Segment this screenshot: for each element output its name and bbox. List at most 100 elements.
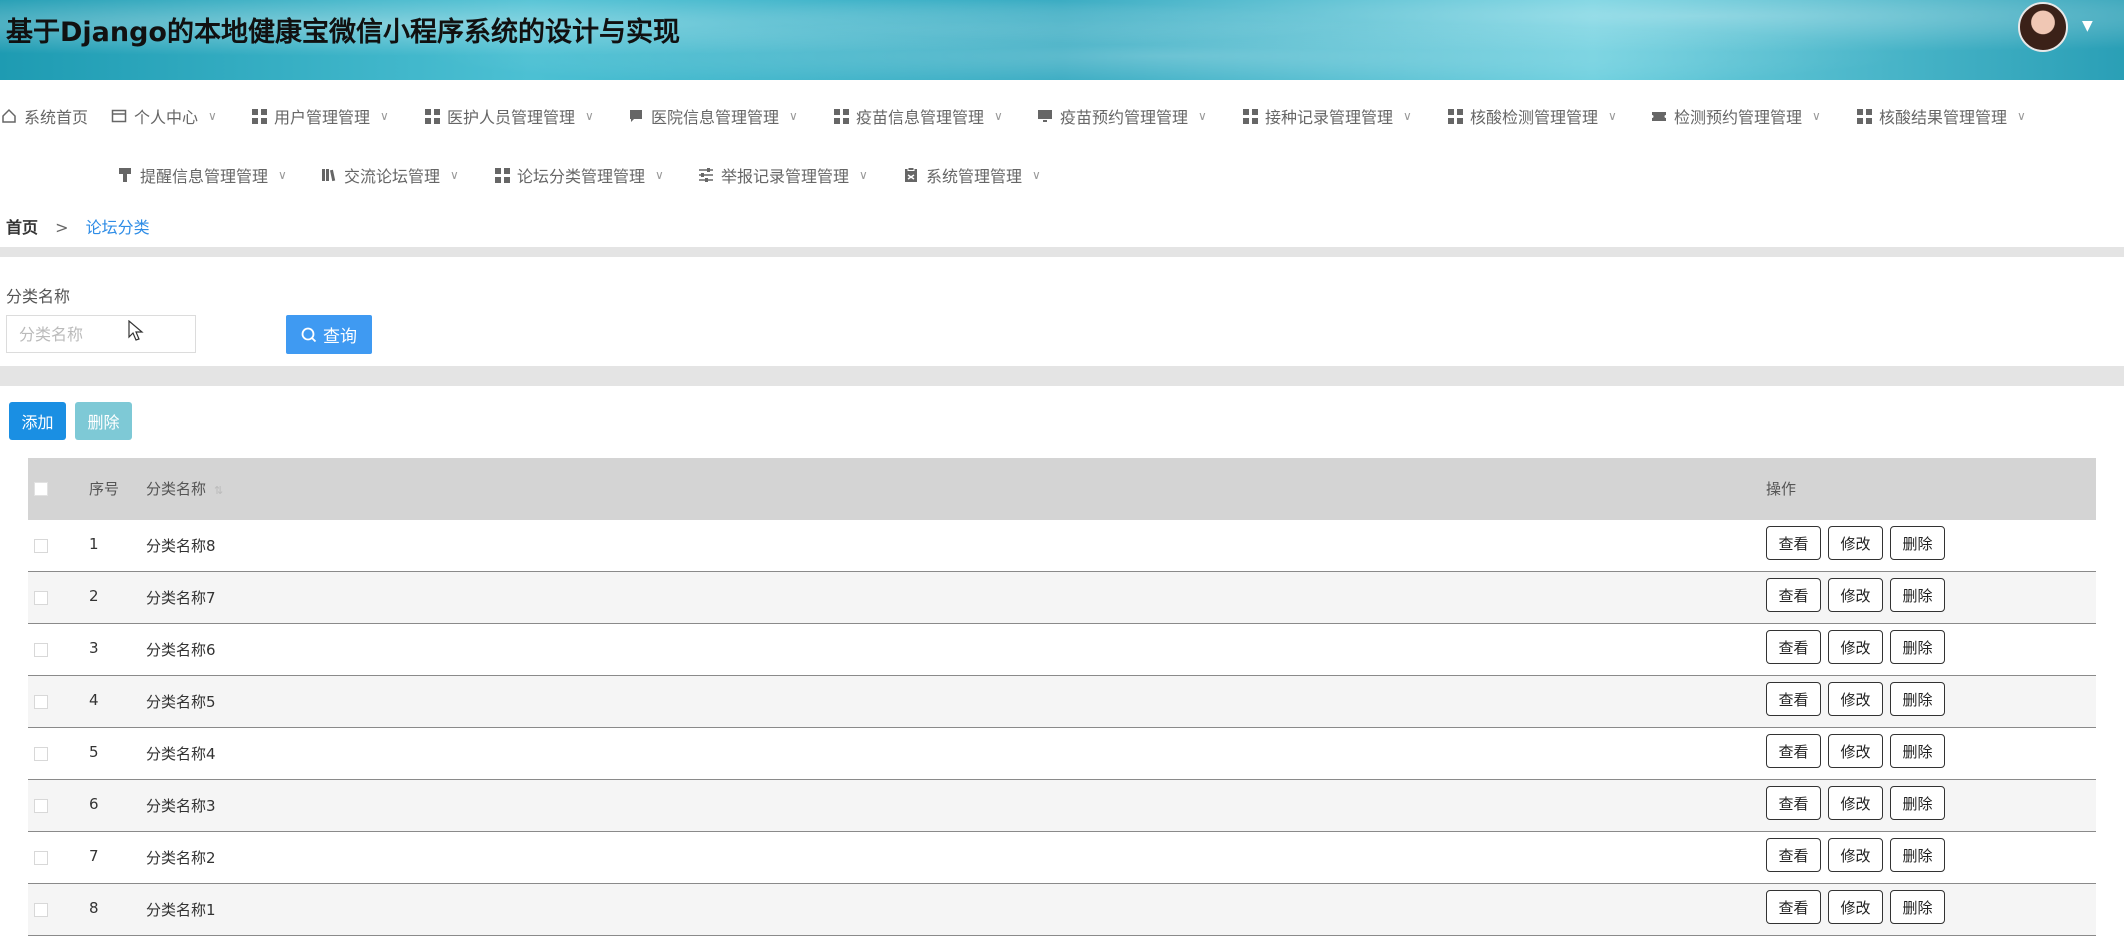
batch-delete-button[interactable]: 删除 (75, 402, 132, 440)
nav-item-label: 举报记录管理管理 (721, 167, 850, 186)
row-checkbox[interactable] (34, 695, 48, 709)
row-index: 2 (89, 587, 99, 605)
row-index: 7 (89, 847, 99, 865)
nav-item-system-management[interactable]: 系统管理管理 ∨ (902, 163, 1041, 187)
table-row: 7 分类名称2 查看 修改 删除 (28, 832, 2096, 884)
mouse-cursor-icon (128, 320, 144, 341)
breadcrumb-home[interactable]: 首页 (6, 218, 38, 237)
row-index: 8 (89, 899, 99, 917)
nav-item-nucleic-test[interactable]: 核酸检测管理管理 ∨ (1446, 104, 1617, 128)
nav-item-home[interactable]: 系统首页 (0, 104, 88, 128)
nav-item-hospital-info[interactable]: 医院信息管理管理 ∨ (627, 104, 798, 128)
row-checkbox[interactable] (34, 643, 48, 657)
chevron-down-icon: ∨ (278, 168, 287, 182)
delete-button[interactable]: 删除 (1890, 838, 1945, 872)
edit-button[interactable]: 修改 (1828, 734, 1883, 768)
nav-item-label: 核酸检测管理管理 (1470, 108, 1599, 127)
row-checkbox[interactable] (34, 851, 48, 865)
nav-item-label: 系统管理管理 (926, 167, 1023, 186)
sliders-icon (697, 166, 715, 184)
row-actions: 查看 修改 删除 (1766, 526, 1945, 560)
nav-item-label: 个人中心 (134, 108, 199, 127)
header-category-name[interactable]: 分类名称 ⇅ (146, 478, 223, 499)
breadcrumb-separator: > (55, 218, 69, 237)
chevron-down-icon: ∨ (1032, 168, 1041, 182)
view-button[interactable]: 查看 (1766, 526, 1821, 560)
nav-item-forum-category[interactable]: 论坛分类管理管理 ∨ (493, 163, 664, 187)
chevron-down-icon: ∨ (655, 168, 664, 182)
grid-icon (1855, 107, 1873, 125)
nav-item-report-record[interactable]: 举报记录管理管理 ∨ (697, 163, 868, 187)
delete-button[interactable]: 删除 (1890, 682, 1945, 716)
nav-item-vaccine-info[interactable]: 疫苗信息管理管理 ∨ (832, 104, 1003, 128)
nav-item-user-management[interactable]: 用户管理管理 ∨ (250, 104, 389, 128)
user-avatar[interactable] (2018, 2, 2068, 52)
nav-item-nucleic-result[interactable]: 核酸结果管理管理 ∨ (1855, 104, 2026, 128)
nav-item-forum[interactable]: 交流论坛管理 ∨ (320, 163, 459, 187)
edit-button[interactable]: 修改 (1828, 890, 1883, 924)
row-category-name: 分类名称5 (146, 693, 216, 711)
row-index: 4 (89, 691, 99, 709)
edit-button[interactable]: 修改 (1828, 838, 1883, 872)
query-button[interactable]: 查询 (286, 315, 372, 354)
row-checkbox[interactable] (34, 799, 48, 813)
row-checkbox[interactable] (34, 539, 48, 553)
nav-item-medical-staff[interactable]: 医护人员管理管理 ∨ (423, 104, 594, 128)
nav-item-reminder-info[interactable]: 提醒信息管理管理 ∨ (116, 163, 287, 187)
chevron-down-icon: ∨ (994, 109, 1003, 123)
nav-item-vaccination-record[interactable]: 接种记录管理管理 ∨ (1241, 104, 1412, 128)
nav-item-label: 医护人员管理管理 (447, 108, 576, 127)
sort-icon[interactable]: ⇅ (214, 484, 223, 497)
delete-button[interactable]: 删除 (1890, 630, 1945, 664)
table-row: 4 分类名称5 查看 修改 删除 (28, 676, 2096, 728)
grid-icon (493, 166, 511, 184)
view-button[interactable]: 查看 (1766, 838, 1821, 872)
delete-button[interactable]: 删除 (1890, 890, 1945, 924)
delete-button[interactable]: 删除 (1890, 734, 1945, 768)
category-name-search-input[interactable] (6, 315, 196, 353)
chevron-down-icon: ∨ (585, 109, 594, 123)
grid-icon (423, 107, 441, 125)
delete-button[interactable]: 删除 (1890, 578, 1945, 612)
edit-button[interactable]: 修改 (1828, 578, 1883, 612)
query-button-label: 查询 (323, 327, 357, 347)
view-button[interactable]: 查看 (1766, 890, 1821, 924)
nav-item-label: 用户管理管理 (274, 108, 371, 127)
chevron-down-icon: ∨ (450, 168, 459, 182)
edit-button[interactable]: 修改 (1828, 786, 1883, 820)
edit-button[interactable]: 修改 (1828, 630, 1883, 664)
table-row: 2 分类名称7 查看 修改 删除 (28, 572, 2096, 624)
row-actions: 查看 修改 删除 (1766, 786, 1945, 820)
edit-button[interactable]: 修改 (1828, 526, 1883, 560)
delete-button[interactable]: 删除 (1890, 526, 1945, 560)
view-button[interactable]: 查看 (1766, 682, 1821, 716)
top-header: 基于Django的本地健康宝微信小程序系统的设计与实现 ▼ (0, 0, 2124, 80)
row-checkbox[interactable] (34, 747, 48, 761)
view-button[interactable]: 查看 (1766, 786, 1821, 820)
nav-item-label: 疫苗预约管理管理 (1060, 108, 1189, 127)
nav-item-label: 核酸结果管理管理 (1879, 108, 2008, 127)
divider-band (0, 366, 2124, 386)
nav-item-personal-center[interactable]: 个人中心 ∨ (110, 104, 217, 128)
search-label: 分类名称 (6, 287, 71, 306)
delete-button[interactable]: 删除 (1890, 786, 1945, 820)
row-checkbox[interactable] (34, 903, 48, 917)
nav-item-vaccine-booking[interactable]: 疫苗预约管理管理 ∨ (1036, 104, 1207, 128)
select-all-checkbox[interactable] (34, 482, 48, 496)
chevron-down-icon: ∨ (1198, 109, 1207, 123)
view-button[interactable]: 查看 (1766, 578, 1821, 612)
view-button[interactable]: 查看 (1766, 734, 1821, 768)
view-button[interactable]: 查看 (1766, 630, 1821, 664)
nav-item-label: 检测预约管理管理 (1674, 108, 1803, 127)
add-button[interactable]: 添加 (9, 402, 66, 440)
divider-band (0, 247, 2124, 257)
row-actions: 查看 修改 删除 (1766, 838, 1945, 872)
nav-item-test-booking[interactable]: 检测预约管理管理 ∨ (1650, 104, 1821, 128)
chevron-down-icon: ∨ (789, 109, 798, 123)
chevron-down-icon: ∨ (2017, 109, 2026, 123)
grid-icon (1241, 107, 1259, 125)
edit-button[interactable]: 修改 (1828, 682, 1883, 716)
row-checkbox[interactable] (34, 591, 48, 605)
caret-down-icon[interactable]: ▼ (2082, 18, 2093, 34)
row-actions: 查看 修改 删除 (1766, 578, 1945, 612)
